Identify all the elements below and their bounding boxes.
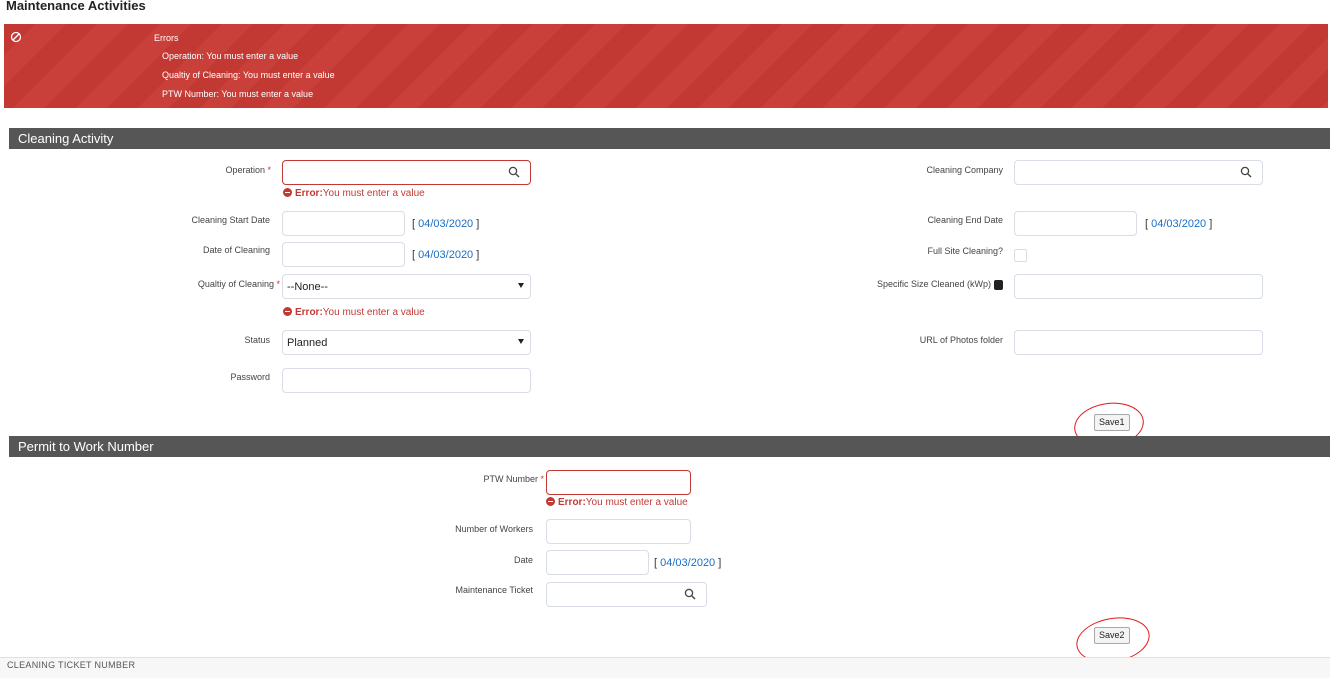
search-icon[interactable] [1240,165,1252,183]
operation-lookup-input[interactable] [282,160,531,185]
status-select[interactable]: Planned [282,330,531,355]
cleaning-activity-header: Cleaning Activity [9,128,1330,149]
date-of-cleaning-input[interactable] [282,242,405,267]
search-icon[interactable] [684,587,696,605]
password-input[interactable] [282,368,531,393]
full-site-cleaning-checkbox[interactable] [1014,249,1027,262]
cleaning-start-date-today-link[interactable]: [ 04/03/2020 ] [412,218,479,230]
error-item: Operation: You must enter a value [162,51,299,61]
error-item: Qualtiy of Cleaning: You must enter a va… [162,70,335,80]
date-label: Date [513,555,533,565]
ptw-number-label: PTW Number * [483,474,544,484]
error-icon [283,188,292,197]
specific-size-cleaned-input[interactable] [1014,274,1263,299]
permit-to-work-header: Permit to Work Number [9,436,1330,457]
error-icon [283,307,292,316]
errors-title: Errors [154,33,179,43]
error-icon [546,497,555,506]
url-photos-input[interactable] [1014,330,1263,355]
chevron-down-icon [518,339,524,344]
search-icon[interactable] [508,165,520,183]
cleaning-start-date-input[interactable] [282,211,405,236]
operation-label: Operation * [225,165,271,175]
status-selected: Planned [287,337,328,349]
ban-icon [10,30,22,48]
cleaning-start-date-label: Cleaning Start Date [191,215,270,225]
info-icon[interactable] [994,280,1003,290]
quality-of-cleaning-selected: --None-- [287,281,328,293]
number-of-workers-input[interactable] [546,519,691,544]
maintenance-ticket-label: Maintenance Ticket [455,585,533,595]
quality-of-cleaning-error: Error:You must enter a value [283,307,425,318]
url-photos-label: URL of Photos folder [919,335,1003,345]
cleaning-company-lookup-input[interactable] [1014,160,1263,185]
maintenance-ticket-lookup-input[interactable] [546,582,707,607]
error-banner: Errors Operation: You must enter a value… [4,24,1328,108]
operation-error: Error:You must enter a value [283,188,425,199]
password-label: Password [230,372,270,382]
ptw-number-error: Error:You must enter a value [546,497,688,508]
cleaning-end-date-input[interactable] [1014,211,1137,236]
quality-of-cleaning-select[interactable]: --None-- [282,274,531,299]
full-site-cleaning-label: Full Site Cleaning? [927,246,1003,256]
status-label: Status [244,335,270,345]
cleaning-end-date-label: Cleaning End Date [927,215,1003,225]
save1-button[interactable]: Save1 [1094,414,1130,431]
cleaning-end-date-today-link[interactable]: [ 04/03/2020 ] [1145,218,1212,230]
number-of-workers-label: Number of Workers [455,524,533,534]
specific-size-cleaned-label: Specific Size Cleaned (kWp) [876,279,991,289]
date-of-cleaning-today-link[interactable]: [ 04/03/2020 ] [412,249,479,261]
cleaning-ticket-number-label: CLEANING TICKET NUMBER [7,660,136,670]
page-title: Maintenance Activities [6,0,146,13]
chevron-down-icon [518,283,524,288]
ptw-number-input[interactable] [546,470,691,495]
footer-section-bar [0,657,1330,678]
save2-button[interactable]: Save2 [1094,627,1130,644]
error-item: PTW Number: You must enter a value [162,89,314,99]
date-input[interactable] [546,550,649,575]
quality-of-cleaning-label: Qualtiy of Cleaning * [197,279,280,289]
cleaning-company-label: Cleaning Company [926,165,1003,175]
date-today-link[interactable]: [ 04/03/2020 ] [654,557,721,569]
date-of-cleaning-label: Date of Cleaning [202,245,270,255]
